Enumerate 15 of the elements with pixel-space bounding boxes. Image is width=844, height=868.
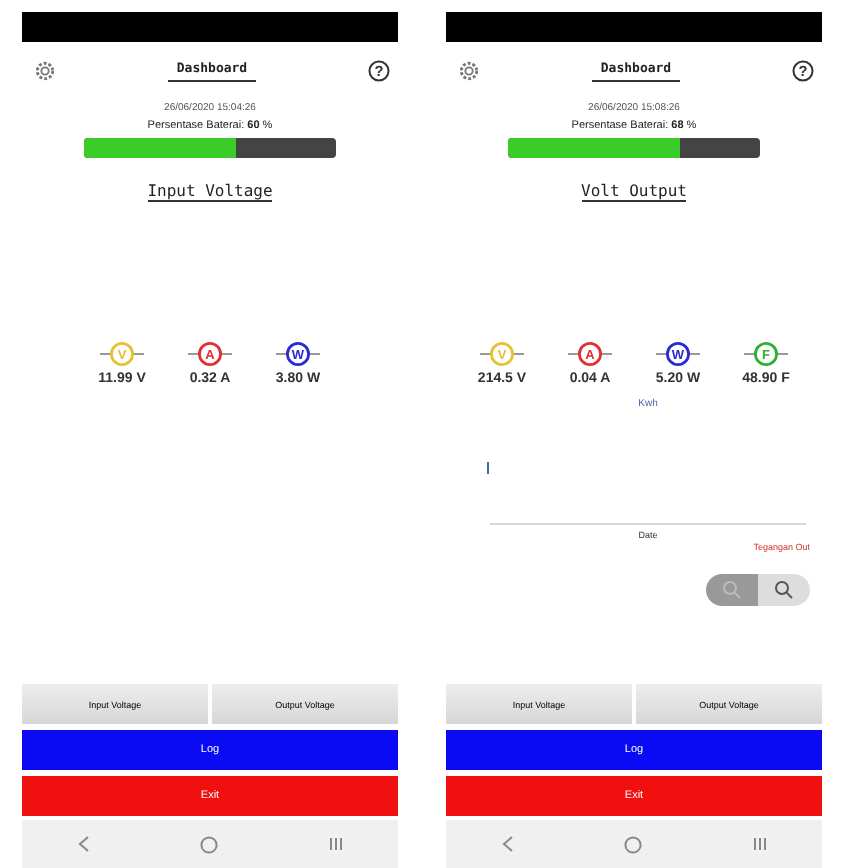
- zoom-in-button[interactable]: [758, 574, 810, 606]
- recent-apps-icon[interactable]: [751, 836, 767, 852]
- help-icon[interactable]: ?: [367, 59, 390, 81]
- magnifier-icon: [722, 580, 742, 600]
- recent-apps-icon[interactable]: [327, 836, 343, 852]
- home-icon[interactable]: [623, 835, 641, 853]
- back-icon[interactable]: [77, 836, 89, 852]
- section-title: Input Voltage: [147, 182, 273, 202]
- magnifier-icon: [774, 580, 794, 600]
- home-icon[interactable]: [199, 835, 217, 853]
- section-title: Volt Output: [581, 182, 687, 202]
- help-icon[interactable]: ?: [791, 59, 814, 81]
- settings-icon[interactable]: [458, 59, 480, 81]
- settings-icon[interactable]: [34, 59, 56, 81]
- back-icon[interactable]: [501, 836, 513, 852]
